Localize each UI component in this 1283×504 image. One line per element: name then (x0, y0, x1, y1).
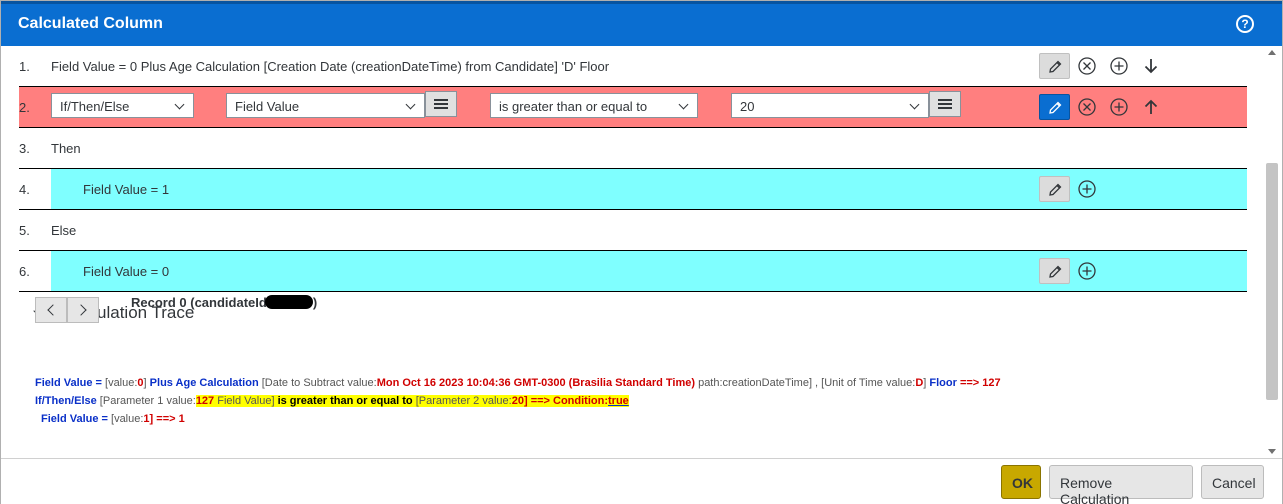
trace-result: ==> 127 (956, 377, 1001, 389)
redaction-mark (264, 295, 313, 309)
parameter1-select[interactable]: Field Value (226, 93, 425, 118)
row-number: 6. (19, 264, 30, 279)
trace-function: Field Value = (41, 413, 108, 425)
scroll-down-icon[interactable] (1268, 449, 1276, 454)
edit-button-active[interactable] (1039, 94, 1070, 120)
trace-text: [Parameter 1 value: (96, 395, 196, 407)
parameter2-select-value: 20 (740, 99, 755, 114)
chevron-down-icon (678, 99, 689, 110)
record-label-close: ) (312, 295, 318, 310)
pencil-icon (1049, 101, 1062, 114)
row-expression: Then (51, 141, 81, 156)
operator-select[interactable]: is greater than or equal to (490, 93, 698, 118)
expression-row-6: 6. Field Value = 0 (19, 251, 1247, 292)
trace-line-2: If/Then/Else [Parameter 1 value:127 Fiel… (35, 394, 629, 408)
trace-result: ] ==> 1 (149, 413, 185, 425)
vertical-scrollbar[interactable] (1266, 46, 1278, 458)
arrow-up-icon[interactable] (1141, 97, 1161, 117)
trace-function: Plus Age Calculation (149, 377, 259, 389)
row-number: 3. (19, 141, 30, 156)
trace-condition-value: true (608, 395, 629, 407)
calculated-column-dialog: Calculated Column ? 1. Field Value = 0 P… (0, 0, 1283, 504)
add-circle-icon[interactable] (1109, 56, 1129, 76)
trace-text: [Parameter 2 value: (412, 395, 512, 407)
edit-button[interactable] (1039, 53, 1070, 79)
trace-text: [value: (107, 413, 144, 425)
trace-text: Field Value] (214, 395, 278, 407)
pencil-icon (1049, 265, 1062, 278)
add-circle-icon[interactable] (1077, 261, 1097, 281)
arrow-down-icon[interactable] (1141, 56, 1161, 76)
scroll-up-icon[interactable] (1268, 50, 1276, 55)
expression-row-5: 5. Else (19, 210, 1247, 251)
add-circle-icon[interactable] (1077, 179, 1097, 199)
expression-row-4: 4. Field Value = 1 (19, 169, 1247, 210)
expression-row-2: 2. If/Then/Else Field Value is greater t… (19, 87, 1247, 128)
trace-function: Floor (929, 377, 957, 389)
trace-line-1: Field Value = [value:0] Plus Age Calcula… (35, 376, 1001, 390)
function-select[interactable]: If/Then/Else (51, 93, 194, 118)
row-number: 5. (19, 223, 30, 238)
chevron-down-icon (405, 99, 416, 110)
remove-calculation-button[interactable]: Remove Calculation (1049, 465, 1193, 504)
remove-circle-icon[interactable] (1077, 56, 1097, 76)
row-expression: Field Value = 0 (83, 264, 170, 279)
help-circle-icon[interactable]: ? (1236, 15, 1254, 33)
menu-icon (434, 99, 448, 101)
scroll-thumb[interactable] (1266, 163, 1278, 400)
add-circle-icon[interactable] (1109, 97, 1129, 117)
row-expression: Else (51, 223, 77, 238)
edit-button[interactable] (1039, 258, 1070, 284)
parameter1-select-value: Field Value (235, 99, 300, 114)
trace-text: [Date to Subtract value: (258, 377, 377, 389)
dialog-header: Calculated Column ? (1, 1, 1282, 46)
previous-record-button[interactable] (35, 297, 67, 323)
chevron-down-icon (909, 99, 920, 110)
menu-icon (938, 99, 952, 101)
trace-text: path:creationDateTime] , [Unit of Time v… (695, 377, 916, 389)
chevron-right-icon (75, 304, 87, 316)
trace-operator: is greater than or equal to (277, 395, 413, 407)
trace-line-3: Field Value = [value:1] ==> 1 (41, 412, 185, 426)
trace-function: Field Value = (35, 377, 102, 389)
row-number: 2. (19, 100, 30, 115)
trace-value: 20 (511, 395, 524, 407)
record-label-text: Record 0 (candidateId (131, 295, 267, 310)
expression-list: 1. Field Value = 0 Plus Age Calculation … (1, 46, 1266, 458)
row-number: 4. (19, 182, 30, 197)
row-number: 1. (19, 59, 30, 74)
expression-row-1: 1. Field Value = 0 Plus Age Calculation … (19, 46, 1247, 87)
trace-value: 127 (195, 395, 215, 407)
edit-button[interactable] (1039, 176, 1070, 202)
function-select-value: If/Then/Else (60, 99, 130, 114)
pencil-icon (1049, 60, 1062, 73)
row-expression: Field Value = 0 Plus Age Calculation [Cr… (51, 59, 610, 74)
trace-function: If/Then/Else (35, 395, 97, 407)
chevron-down-icon (174, 99, 185, 110)
cancel-button[interactable]: Cancel (1201, 465, 1264, 499)
trace-text: [value: (101, 377, 138, 389)
chevron-left-icon (47, 304, 59, 316)
parameter2-menu-button[interactable] (929, 91, 961, 117)
ok-button[interactable]: OK (1001, 465, 1041, 499)
remove-circle-icon[interactable] (1077, 97, 1097, 117)
trace-highlight: 127 Field Value] is greater than or equa… (195, 395, 629, 407)
pencil-icon (1049, 183, 1062, 196)
record-label: Record 0 (candidateId) (131, 295, 317, 310)
trace-result: ] ==> Condition: (523, 395, 608, 407)
trace-value: Mon Oct 16 2023 10:04:36 GMT-0300 (Brasi… (376, 377, 696, 389)
next-record-button[interactable] (67, 297, 99, 323)
row-expression: Field Value = 1 (83, 182, 170, 197)
dialog-title: Calculated Column (18, 15, 163, 32)
expression-row-3: 3. Then (19, 128, 1247, 169)
parameter1-menu-button[interactable] (425, 91, 457, 117)
operator-select-value: is greater than or equal to (499, 99, 648, 114)
parameter2-select[interactable]: 20 (731, 93, 929, 118)
dialog-footer: OK Remove Calculation Cancel (1, 458, 1282, 504)
